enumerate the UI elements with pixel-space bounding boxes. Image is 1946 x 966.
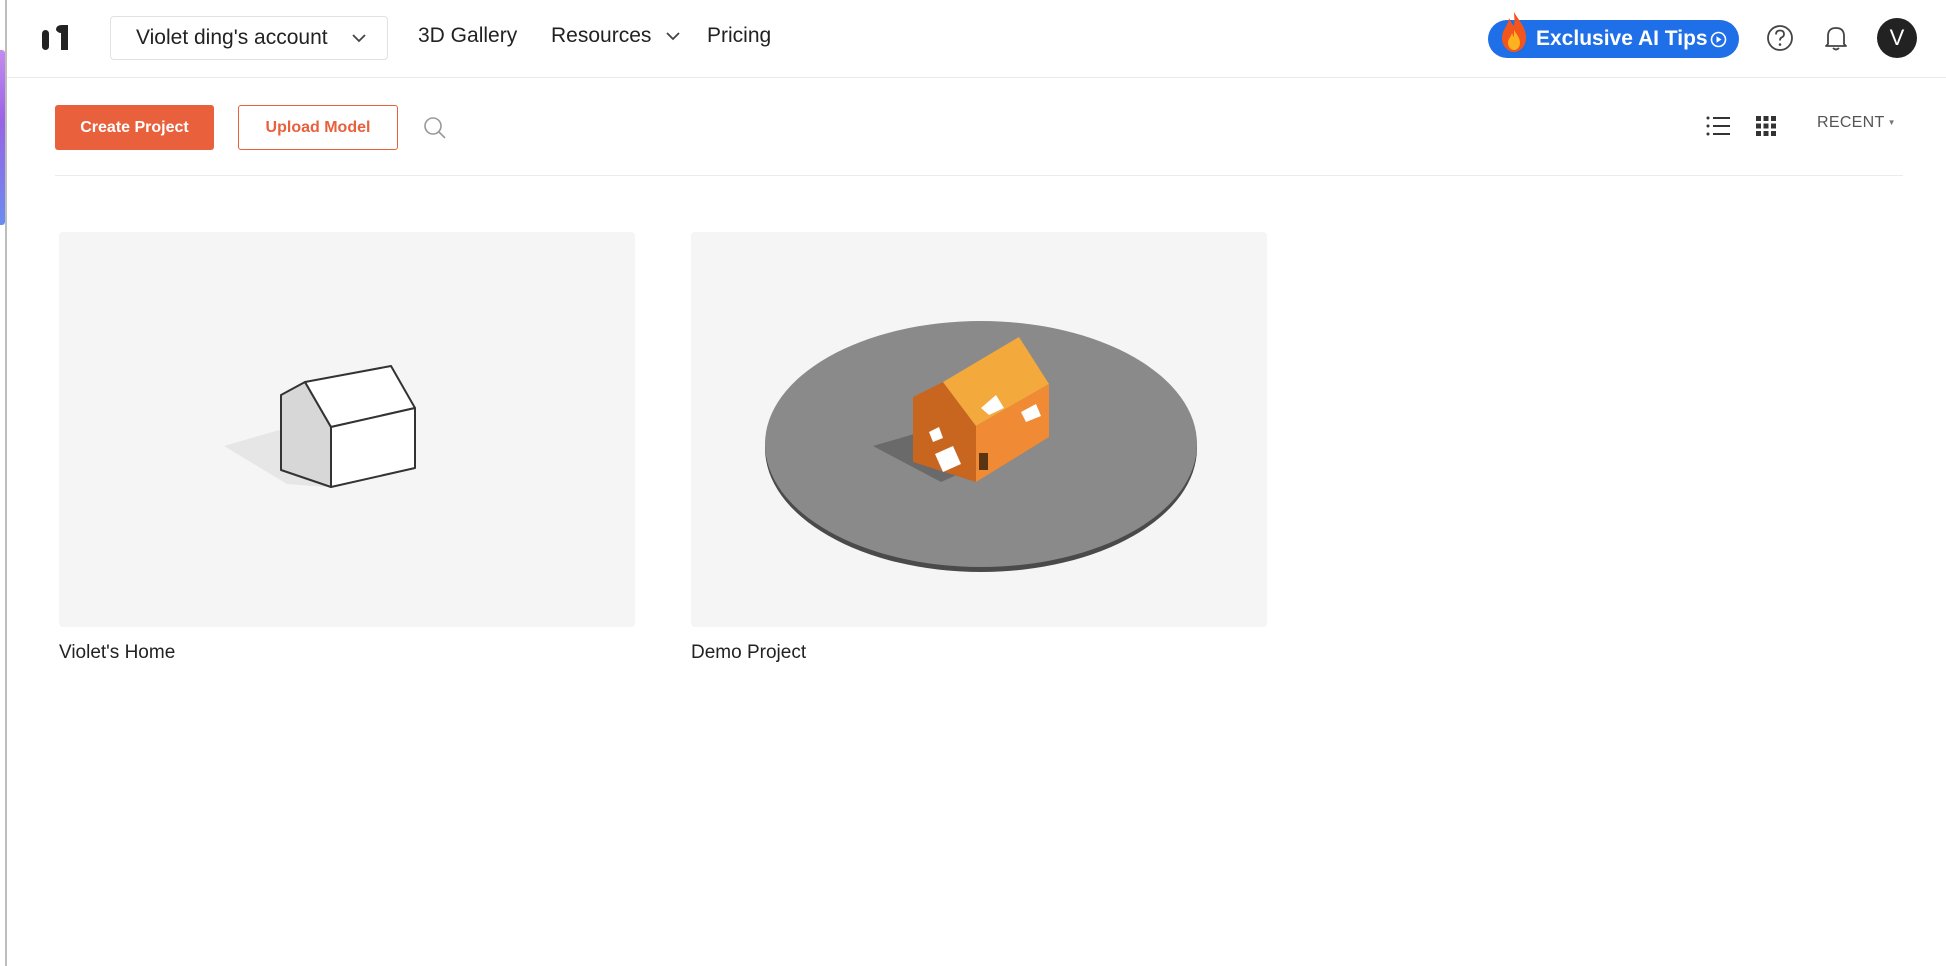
help-icon[interactable] bbox=[1764, 22, 1796, 54]
top-navigation: Violet ding's account 3D Gallery Resourc… bbox=[7, 0, 1946, 78]
grid-view-icon[interactable] bbox=[1756, 116, 1776, 136]
nav-3d-gallery[interactable]: 3D Gallery bbox=[418, 24, 517, 48]
caret-down-icon: ▼ bbox=[1887, 118, 1896, 128]
user-avatar[interactable]: V bbox=[1877, 18, 1917, 58]
window-left-edge bbox=[0, 0, 7, 966]
list-view-icon[interactable] bbox=[1705, 114, 1731, 138]
nav-resources-label: Resources bbox=[551, 24, 652, 47]
nav-resources[interactable]: Resources bbox=[551, 24, 681, 48]
chevron-down-icon bbox=[666, 32, 680, 41]
sort-dropdown[interactable]: RECENT ▼ bbox=[1817, 114, 1896, 132]
account-switcher[interactable]: Violet ding's account bbox=[110, 16, 388, 60]
side-accent-strip bbox=[0, 50, 5, 225]
bell-icon[interactable] bbox=[1820, 22, 1852, 54]
exclusive-ai-tips-button[interactable]: Exclusive AI Tips bbox=[1488, 12, 1739, 58]
project-card[interactable]: Violet's Home bbox=[59, 232, 635, 664]
demo-house-model-icon bbox=[765, 321, 1197, 572]
project-card[interactable]: Demo Project bbox=[691, 232, 1267, 664]
ai-tips-label: Exclusive AI Tips bbox=[1536, 27, 1708, 50]
fire-icon bbox=[1502, 12, 1526, 52]
project-thumbnail bbox=[691, 232, 1267, 627]
upload-model-button[interactable]: Upload Model bbox=[238, 105, 398, 150]
house-outline-model-icon bbox=[224, 365, 416, 488]
nav-pricing[interactable]: Pricing bbox=[707, 24, 771, 48]
app-logo-icon[interactable] bbox=[42, 22, 82, 54]
toolbar-divider bbox=[55, 175, 1903, 176]
create-project-button[interactable]: Create Project bbox=[55, 105, 214, 150]
project-title: Demo Project bbox=[691, 642, 807, 663]
sort-label: RECENT bbox=[1817, 114, 1885, 131]
chevron-down-icon bbox=[352, 34, 366, 43]
project-thumbnail bbox=[59, 232, 635, 627]
search-icon[interactable] bbox=[422, 115, 448, 141]
project-title: Violet's Home bbox=[59, 642, 176, 663]
account-name: Violet ding's account bbox=[136, 26, 328, 49]
play-circle-icon bbox=[1710, 31, 1727, 48]
